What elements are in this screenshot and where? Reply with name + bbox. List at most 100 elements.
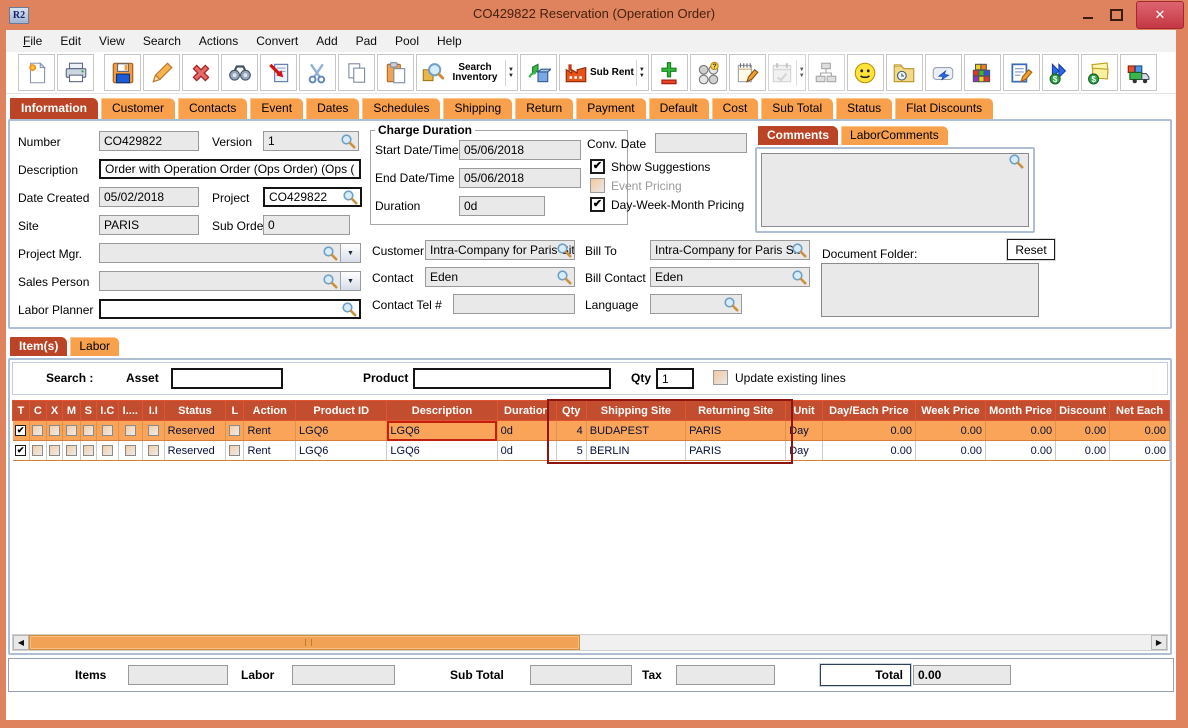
update-existing-lines-checkbox[interactable] xyxy=(713,370,728,385)
cut-icon[interactable] xyxy=(299,54,336,91)
cell-returning-site[interactable]: PARIS xyxy=(686,421,786,441)
row-checkbox[interactable] xyxy=(102,445,113,456)
menu-pool[interactable]: Pool xyxy=(386,34,428,48)
table-row[interactable]: ReservedRentLGQ6LGQ60d5BERLINPARISDay0.0… xyxy=(13,441,1170,461)
column-header-action[interactable]: Action xyxy=(244,401,296,421)
row-checkbox[interactable] xyxy=(229,425,240,436)
search-icon[interactable] xyxy=(322,245,338,261)
bill-to-field[interactable]: Intra-Company for Paris Sit xyxy=(650,240,810,260)
dwm-pricing-checkbox[interactable] xyxy=(590,197,605,212)
description-field[interactable]: Order with Operation Order (Ops Order) (… xyxy=(99,159,361,179)
contact-field[interactable]: Eden xyxy=(425,267,575,287)
contact-tel-field[interactable] xyxy=(453,294,575,314)
chevron-down-icon[interactable]: ▼▼ xyxy=(636,60,645,86)
chevron-down-icon[interactable]: ▼▼ xyxy=(505,60,514,86)
forward-dollar-icon[interactable]: $ xyxy=(1042,54,1079,91)
search-icon[interactable] xyxy=(341,301,357,317)
reset-button[interactable]: Reset xyxy=(1007,239,1055,260)
column-header-i[interactable]: I.... xyxy=(118,401,142,421)
row-checkbox[interactable] xyxy=(15,445,26,456)
tab-customer[interactable]: Customer xyxy=(100,97,176,119)
labor-planner-field[interactable] xyxy=(99,299,361,319)
project-mgr-combo[interactable]: ▼ xyxy=(99,243,361,263)
tab-schedules[interactable]: Schedules xyxy=(361,97,441,119)
add-lines-icon[interactable] xyxy=(651,54,688,91)
cell-action[interactable]: Rent xyxy=(244,441,296,461)
sub-orders-field[interactable]: 0 xyxy=(263,215,350,235)
version-field[interactable]: 1 xyxy=(263,131,359,151)
row-checkbox[interactable] xyxy=(49,425,60,436)
menu-pad[interactable]: Pad xyxy=(347,34,386,48)
cell-net-each[interactable]: 0.00 xyxy=(1110,421,1170,441)
tab-status[interactable]: Status xyxy=(835,97,893,119)
shipping-truck-icon[interactable] xyxy=(1120,54,1157,91)
asset-input[interactable] xyxy=(171,368,283,389)
tab-comments[interactable]: Comments xyxy=(757,125,839,145)
cell-unit[interactable]: Day xyxy=(786,441,823,461)
column-header-net_each[interactable]: Net Each xyxy=(1110,401,1170,421)
tab-labor-comments[interactable]: LaborComments xyxy=(840,125,949,145)
language-field[interactable] xyxy=(650,294,742,314)
search-icon[interactable] xyxy=(556,242,572,258)
row-checkbox[interactable] xyxy=(66,445,77,456)
row-checkbox[interactable] xyxy=(15,425,26,436)
scroll-right-icon[interactable]: ▶ xyxy=(1151,635,1167,650)
menu-edit[interactable]: Edit xyxy=(51,34,90,48)
customer-field[interactable]: Intra-Company for Paris Sit xyxy=(425,240,575,260)
row-checkbox[interactable] xyxy=(83,425,94,436)
menu-help[interactable]: Help xyxy=(428,34,471,48)
org-chart-icon[interactable] xyxy=(808,54,845,91)
cell-week-price[interactable]: 0.00 xyxy=(915,441,985,461)
pool-icon[interactable]: ? xyxy=(690,54,727,91)
cell-net-each[interactable]: 0.00 xyxy=(1110,441,1170,461)
document-edit-icon[interactable] xyxy=(1003,54,1040,91)
column-header-t[interactable]: T xyxy=(13,401,30,421)
cell-duration[interactable]: 0d xyxy=(497,421,556,441)
column-header-ii[interactable]: I.I xyxy=(142,401,164,421)
minimize-button[interactable] xyxy=(1074,2,1102,28)
column-header-m[interactable]: M xyxy=(63,401,81,421)
tab-items[interactable]: Item(s) xyxy=(9,336,68,356)
row-checkbox[interactable] xyxy=(66,425,77,436)
document-folder-textarea[interactable] xyxy=(821,263,1039,317)
cell-unit[interactable]: Day xyxy=(786,421,823,441)
close-button[interactable]: ✕ xyxy=(1136,1,1184,29)
cell-action[interactable]: Rent xyxy=(244,421,296,441)
edit-icon[interactable] xyxy=(143,54,180,91)
column-header-s[interactable]: S xyxy=(80,401,96,421)
menu-convert[interactable]: Convert xyxy=(247,34,307,48)
search-inventory-button[interactable]: Search Inventory▼▼ xyxy=(416,54,518,91)
column-header-status[interactable]: Status xyxy=(164,401,226,421)
sub-rent-button[interactable]: Sub Rent▼▼ xyxy=(559,54,649,91)
column-header-duration[interactable]: Duration xyxy=(497,401,556,421)
search-icon[interactable] xyxy=(791,269,807,285)
transfer-order-icon[interactable] xyxy=(260,54,297,91)
tab-cost[interactable]: Cost xyxy=(711,97,760,119)
cell-day-each-price[interactable]: 0.00 xyxy=(822,441,915,461)
print-icon[interactable] xyxy=(57,54,94,91)
menu-file[interactable]: File xyxy=(14,34,51,48)
smiley-icon[interactable] xyxy=(847,54,884,91)
start-date-field[interactable]: 05/06/2018 xyxy=(459,140,581,160)
comments-textarea[interactable] xyxy=(761,153,1029,227)
scroll-left-icon[interactable]: ◀ xyxy=(13,635,29,650)
search-icon[interactable] xyxy=(791,242,807,258)
copy-icon[interactable] xyxy=(338,54,375,91)
cell-shipping-site[interactable]: BERLIN xyxy=(586,441,685,461)
tab-sub-total[interactable]: Sub Total xyxy=(760,97,834,119)
cell-description[interactable]: LGQ6 xyxy=(387,421,497,441)
cell-qty[interactable]: 5 xyxy=(556,441,586,461)
row-checkbox[interactable] xyxy=(32,445,43,456)
cell-month-price[interactable]: 0.00 xyxy=(986,421,1056,441)
column-header-discount[interactable]: Discount xyxy=(1056,401,1110,421)
project-field[interactable]: CO429822 xyxy=(263,187,362,207)
row-checkbox[interactable] xyxy=(32,425,43,436)
product-input[interactable] xyxy=(413,368,611,389)
column-header-unit[interactable]: Unit xyxy=(786,401,823,421)
inventory-blocks-icon[interactable] xyxy=(964,54,1001,91)
tab-event[interactable]: Event xyxy=(249,97,304,119)
column-header-qty[interactable]: Qty xyxy=(556,401,586,421)
tab-information[interactable]: Information xyxy=(9,97,99,119)
search-icon[interactable] xyxy=(340,133,356,149)
row-checkbox[interactable] xyxy=(125,425,136,436)
